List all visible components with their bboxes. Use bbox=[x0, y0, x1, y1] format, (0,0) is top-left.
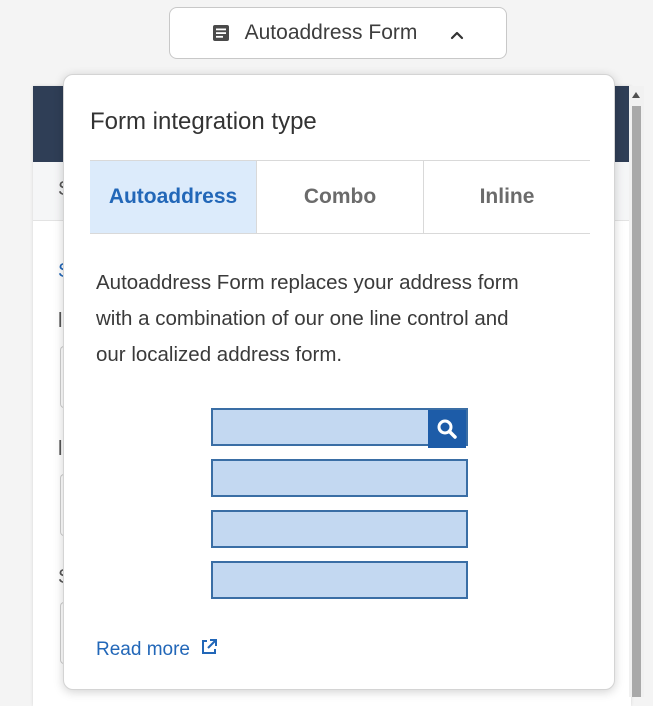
background-label-fragment: l bbox=[58, 438, 63, 460]
integration-type-selector[interactable]: Autoaddress Form bbox=[169, 7, 507, 59]
scroll-up-arrow-icon[interactable] bbox=[632, 92, 640, 98]
background-label-fragment: l bbox=[58, 310, 63, 332]
search-icon bbox=[428, 410, 466, 448]
popover-title: Form integration type bbox=[90, 108, 317, 135]
chevron-up-icon bbox=[449, 25, 465, 41]
description-line: Autoaddress Form replaces your address f… bbox=[96, 271, 519, 294]
tab-combo[interactable]: Combo bbox=[256, 161, 423, 233]
read-more-link[interactable]: Read more bbox=[96, 638, 218, 662]
illustration-search-field bbox=[211, 408, 468, 448]
illustration-field bbox=[211, 561, 468, 599]
description-line: with a combination of our one line contr… bbox=[96, 307, 509, 330]
external-link-icon bbox=[200, 638, 218, 662]
page-scrollbar[interactable] bbox=[629, 86, 644, 697]
description-line: our localized address form. bbox=[96, 343, 343, 366]
tab-autoaddress[interactable]: Autoaddress bbox=[90, 161, 256, 233]
integration-tabs: Autoaddress Combo Inline bbox=[90, 160, 590, 234]
illustration-field bbox=[211, 510, 468, 548]
integration-description: Autoaddress Form replaces your address f… bbox=[96, 265, 596, 373]
read-more-label: Read more bbox=[96, 639, 190, 660]
scroll-thumb[interactable] bbox=[632, 106, 641, 697]
integration-type-popover: Form integration type Autoaddress Combo … bbox=[63, 74, 615, 690]
selector-label: Autoaddress Form bbox=[244, 21, 418, 44]
tab-inline[interactable]: Inline bbox=[423, 161, 590, 233]
document-icon bbox=[211, 23, 231, 43]
illustration-field bbox=[211, 459, 468, 497]
